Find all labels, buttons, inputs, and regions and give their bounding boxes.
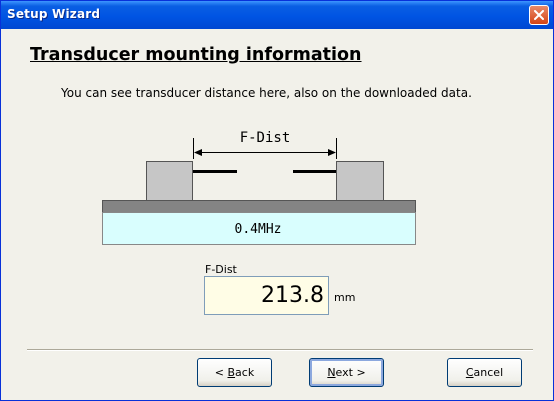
f-dist-value-box: 213.8 <box>204 276 329 315</box>
pipe-wall <box>102 200 416 213</box>
dimension-right-arrow <box>328 149 336 156</box>
f-dist-unit: mm <box>334 291 356 304</box>
next-button[interactable]: Next > <box>309 358 384 387</box>
back-button[interactable]: < Back <box>197 358 272 387</box>
dimension-left-arrow <box>194 149 202 156</box>
f-dist-value: 213.8 <box>261 283 324 308</box>
transducer-right <box>336 161 384 201</box>
next-mnemonic: N <box>327 366 336 379</box>
setup-wizard-window: Setup Wizard Transducer mounting informa… <box>0 0 554 401</box>
frequency-label: 0.4MHz <box>235 222 282 237</box>
button-separator <box>27 349 533 351</box>
f-dist-field-label: F-Dist <box>205 263 237 276</box>
back-mnemonic: B <box>227 366 236 379</box>
distance-label: F-Dist <box>240 130 291 146</box>
cancel-button[interactable]: Cancel <box>447 358 522 387</box>
transducer-left <box>146 161 193 201</box>
transducer-diagram: F-Dist 0.4MHz <box>102 130 416 245</box>
cancel-mnemonic: C <box>465 366 474 379</box>
